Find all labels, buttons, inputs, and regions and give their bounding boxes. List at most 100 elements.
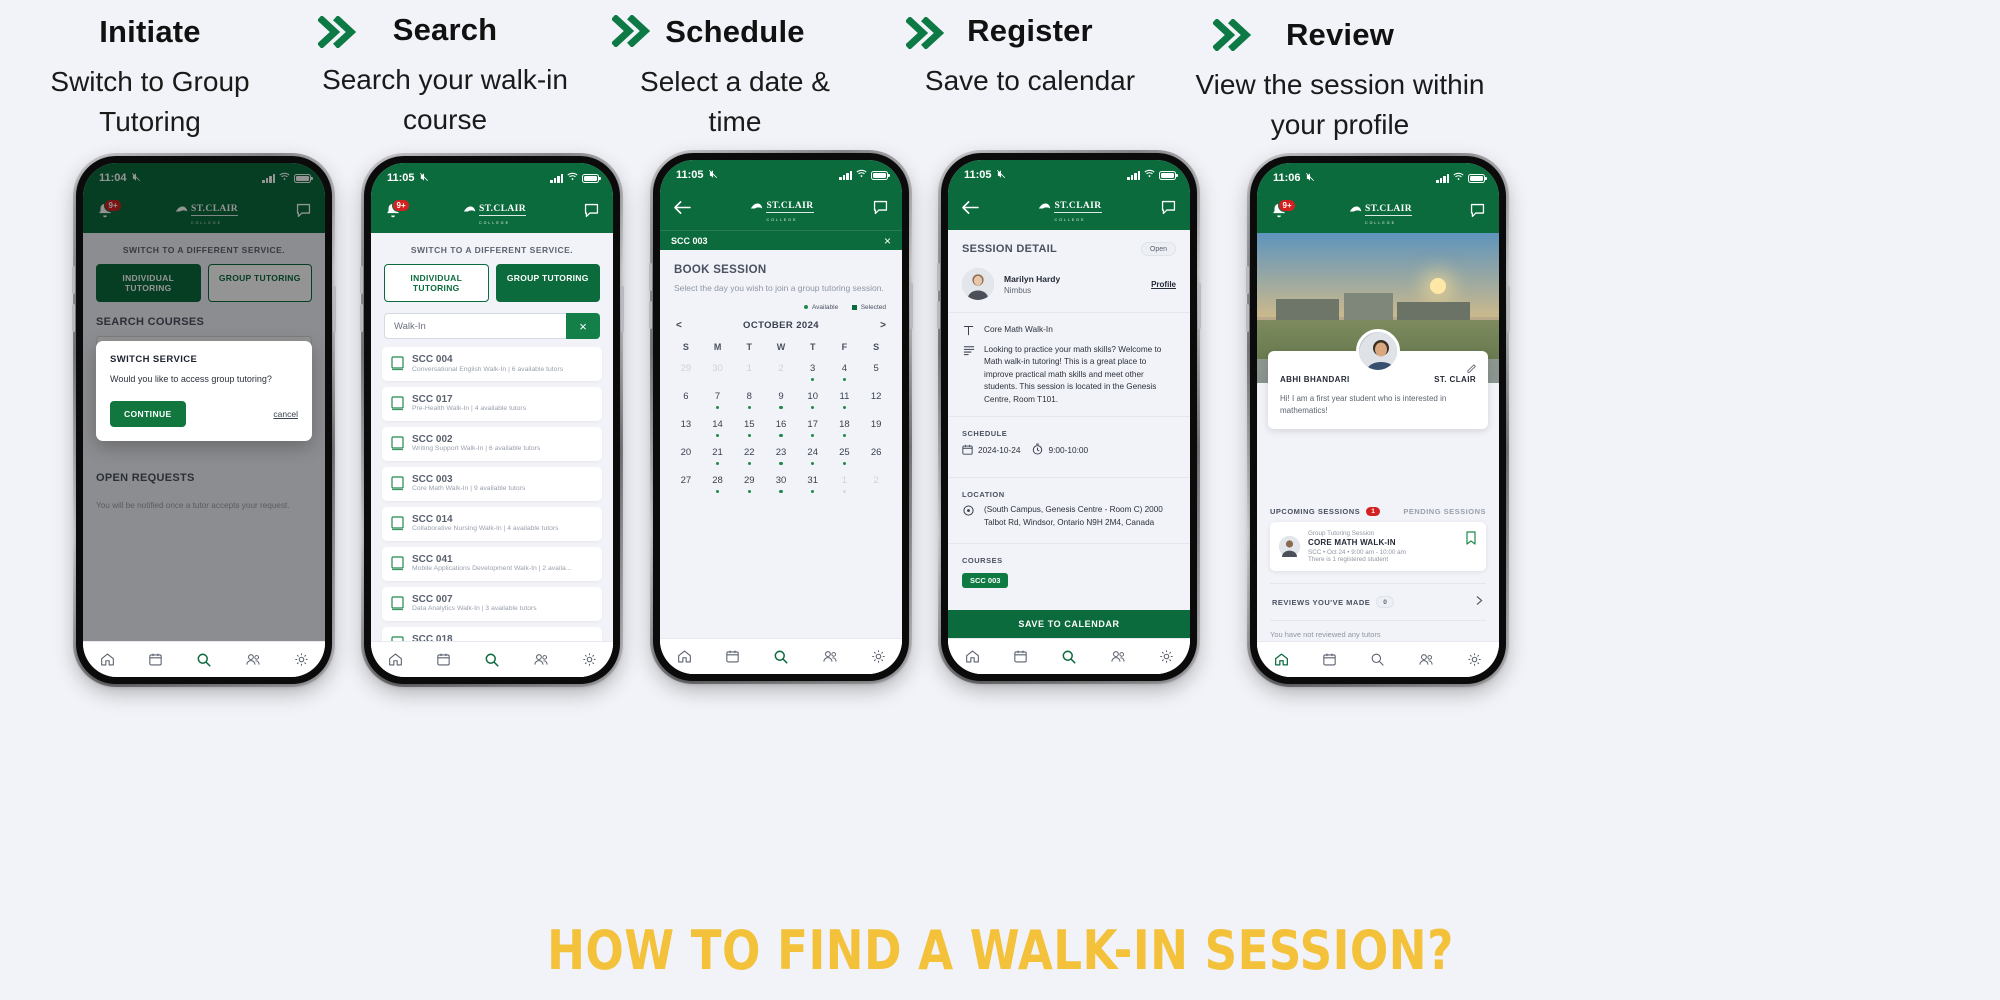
- calendar-day[interactable]: 15: [733, 415, 765, 443]
- nav-calendar-icon[interactable]: [436, 652, 451, 667]
- nav-people-icon[interactable]: [1110, 649, 1126, 664]
- nav-people-icon[interactable]: [822, 649, 838, 664]
- group-tutoring-tab[interactable]: GROUP TUTORING: [495, 264, 600, 302]
- nav-home-icon[interactable]: [1274, 652, 1289, 667]
- calendar-day[interactable]: 2: [860, 471, 892, 499]
- calendar-day[interactable]: 24: [797, 443, 829, 471]
- calendar-day[interactable]: 20: [670, 443, 702, 471]
- tutor-profile-link[interactable]: Profile: [1151, 280, 1176, 289]
- course-list-item[interactable]: SCC 004 Conversational English Walk-In |…: [382, 347, 602, 381]
- reviews-row[interactable]: REVIEWS YOU'VE MADE 0: [1270, 583, 1486, 621]
- pencil-icon[interactable]: [1467, 360, 1477, 378]
- calendar-day[interactable]: 30: [702, 359, 734, 387]
- calendar-day[interactable]: 18: [829, 415, 861, 443]
- course-list-item[interactable]: SCC 017 Pre-Health Walk-In | 4 available…: [382, 386, 602, 421]
- calendar-day[interactable]: 1: [829, 471, 861, 499]
- session-card[interactable]: Group Tutoring Session CORE MATH WALK-IN…: [1270, 522, 1486, 571]
- calendar-day[interactable]: 25: [829, 443, 861, 471]
- course-list-item[interactable]: SCC 041 Mobile Applications Development …: [382, 546, 602, 581]
- calendar-day[interactable]: 31: [797, 471, 829, 499]
- calendar-day[interactable]: 22: [733, 443, 765, 471]
- calendar-day[interactable]: 11: [829, 387, 861, 415]
- nav-people-icon[interactable]: [533, 652, 549, 667]
- calendar-day[interactable]: 29: [733, 471, 765, 499]
- calendar-day[interactable]: 27: [670, 471, 702, 499]
- save-to-calendar-button[interactable]: SAVE TO CALENDAR: [948, 610, 1190, 638]
- nav-home-icon[interactable]: [677, 649, 692, 664]
- bookmark-icon[interactable]: [1466, 531, 1476, 550]
- nav-search-icon[interactable]: [1061, 649, 1077, 665]
- nav-home-icon[interactable]: [965, 649, 980, 664]
- chat-button[interactable]: [583, 202, 600, 224]
- calendar-day[interactable]: 5: [860, 359, 892, 387]
- nav-gear-icon[interactable]: [1159, 649, 1174, 664]
- wifi-icon: [1144, 169, 1155, 181]
- calendar-day[interactable]: 10: [797, 387, 829, 415]
- calendar-day-number: 2: [873, 474, 879, 486]
- footer-banner: HOW TO FIND A WALK-IN SESSION?: [0, 900, 2000, 1000]
- clear-search-icon[interactable]: ×: [566, 313, 600, 339]
- calendar-day[interactable]: 7: [702, 387, 734, 415]
- calendar-day[interactable]: 4: [829, 359, 861, 387]
- nav-people-icon[interactable]: [245, 652, 261, 667]
- calendar-day[interactable]: 3: [797, 359, 829, 387]
- availability-dot: [715, 405, 720, 410]
- nav-search-icon[interactable]: [1370, 652, 1385, 667]
- nav-search-icon[interactable]: [484, 652, 500, 668]
- calendar-day[interactable]: 29: [670, 359, 702, 387]
- course-list-item[interactable]: SCC 014 Collaborative Nursing Walk-In | …: [382, 506, 602, 541]
- calendar-day[interactable]: 1: [733, 359, 765, 387]
- nav-home-icon[interactable]: [100, 652, 115, 667]
- calendar-day-number: 24: [807, 446, 818, 458]
- calendar-day[interactable]: 8: [733, 387, 765, 415]
- calendar-day[interactable]: 23: [765, 443, 797, 471]
- calendar-day[interactable]: 16: [765, 415, 797, 443]
- continue-button[interactable]: CONTINUE: [110, 401, 186, 427]
- nav-gear-icon[interactable]: [582, 652, 597, 667]
- nav-people-icon[interactable]: [1418, 652, 1434, 667]
- chat-button[interactable]: [1160, 199, 1177, 221]
- notifications-button[interactable]: 9+: [1270, 199, 1297, 224]
- chat-button[interactable]: [1469, 202, 1486, 224]
- calendar-day[interactable]: 30: [765, 471, 797, 499]
- course-search-input[interactable]: Walk-In: [384, 313, 566, 339]
- course-list-item[interactable]: SCC 007 Data Analytics Walk-In | 3 avail…: [382, 586, 602, 621]
- calendar-day[interactable]: 13: [670, 415, 702, 443]
- chat-button[interactable]: [872, 199, 889, 221]
- reviews-label-text: REVIEWS YOU'VE MADE: [1272, 597, 1371, 607]
- calendar-day[interactable]: 21: [702, 443, 734, 471]
- nav-gear-icon[interactable]: [871, 649, 886, 664]
- close-icon[interactable]: ×: [884, 234, 891, 248]
- notifications-button[interactable]: 9+: [384, 199, 411, 224]
- next-month-button[interactable]: >: [880, 320, 886, 331]
- back-button[interactable]: [961, 200, 980, 220]
- nav-gear-icon[interactable]: [294, 652, 309, 667]
- nav-home-icon[interactable]: [388, 652, 403, 667]
- chevron-right-icon[interactable]: [1475, 593, 1484, 611]
- nav-search-icon[interactable]: [196, 652, 212, 668]
- course-list-item[interactable]: SCC 003 Core Math Walk-In | 9 available …: [382, 466, 602, 501]
- cancel-link[interactable]: cancel: [273, 409, 298, 419]
- pending-sessions-tab[interactable]: PENDING SESSIONS: [1403, 507, 1486, 516]
- book-icon: [391, 556, 404, 571]
- nav-calendar-icon[interactable]: [725, 649, 740, 664]
- calendar-day[interactable]: 17: [797, 415, 829, 443]
- nav-calendar-icon[interactable]: [1013, 649, 1028, 664]
- calendar-day[interactable]: 9: [765, 387, 797, 415]
- prev-month-button[interactable]: <: [676, 320, 682, 331]
- calendar-day[interactable]: 14: [702, 415, 734, 443]
- calendar-day[interactable]: 12: [860, 387, 892, 415]
- nav-search-icon[interactable]: [773, 649, 789, 665]
- battery-icon: [1468, 173, 1487, 183]
- calendar-day[interactable]: 26: [860, 443, 892, 471]
- calendar-day[interactable]: 28: [702, 471, 734, 499]
- course-list-item[interactable]: SCC 002 Writing Support Walk-In | 6 avai…: [382, 426, 602, 461]
- calendar-day[interactable]: 6: [670, 387, 702, 415]
- individual-tutoring-tab[interactable]: INDIVIDUAL TUTORING: [384, 264, 489, 302]
- back-button[interactable]: [673, 200, 692, 220]
- nav-calendar-icon[interactable]: [1322, 652, 1337, 667]
- nav-gear-icon[interactable]: [1467, 652, 1482, 667]
- calendar-day[interactable]: 2: [765, 359, 797, 387]
- calendar-day[interactable]: 19: [860, 415, 892, 443]
- nav-calendar-icon[interactable]: [148, 652, 163, 667]
